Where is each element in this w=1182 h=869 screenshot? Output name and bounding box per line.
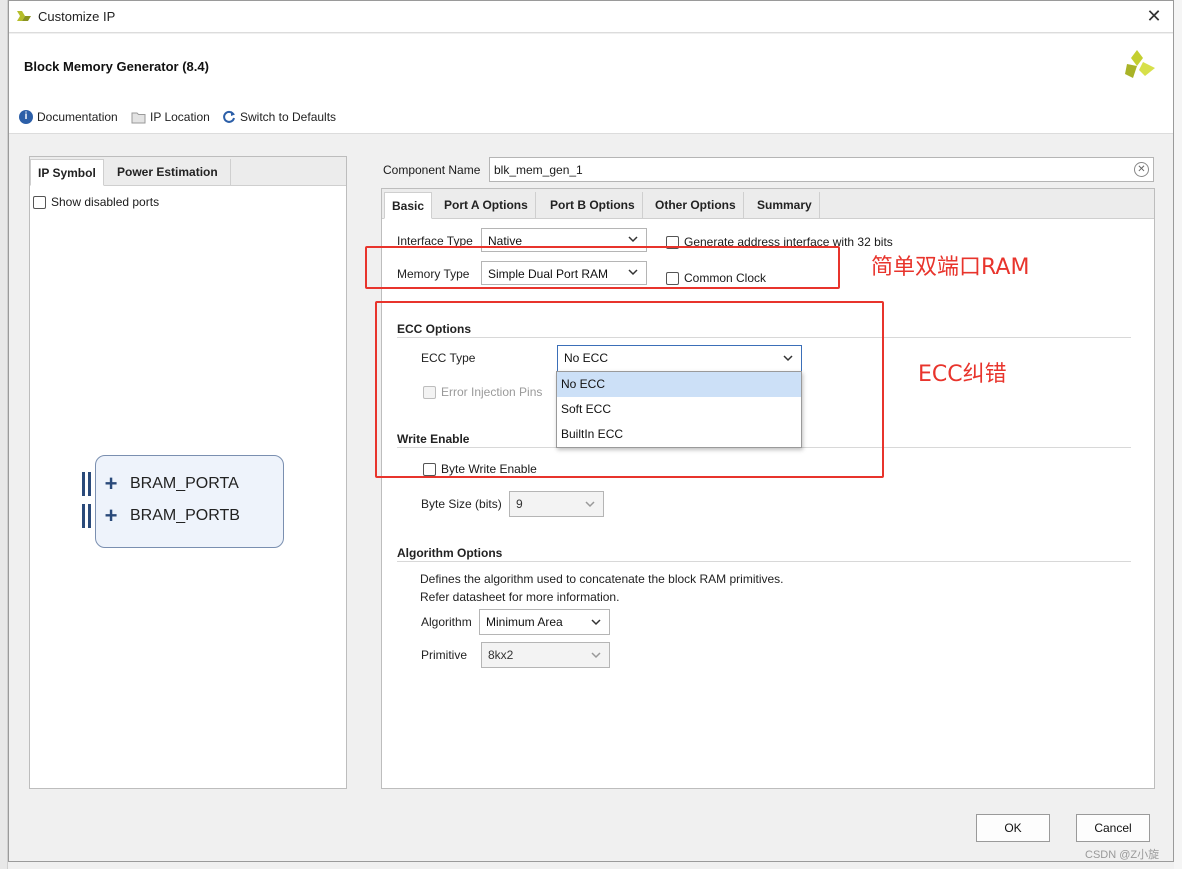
component-name-label: Component Name xyxy=(383,163,481,177)
ok-button[interactable]: OK xyxy=(976,814,1050,842)
window-title: Customize IP xyxy=(38,9,116,24)
algorithm-value: Minimum Area xyxy=(486,615,563,629)
block-memory-symbol: + BRAM_PORTA + BRAM_PORTB xyxy=(82,455,284,548)
port-a-bus-icon xyxy=(82,472,91,496)
folder-icon xyxy=(131,112,146,123)
primitive-label: Primitive xyxy=(421,648,468,662)
algorithm-select[interactable]: Minimum Area xyxy=(479,609,610,635)
show-disabled-ports-label: Show disabled ports xyxy=(51,195,160,209)
algorithm-divider xyxy=(397,561,1131,562)
background-app-left-edge xyxy=(0,0,8,869)
tab-port-b-options[interactable]: Port B Options xyxy=(543,192,643,219)
ip-location-button[interactable]: IP Location xyxy=(131,110,210,124)
port-b-label: BRAM_PORTB xyxy=(130,507,240,524)
expand-plus-icon[interactable]: + xyxy=(100,473,122,495)
tab-port-a-options[interactable]: Port A Options xyxy=(437,192,536,219)
algorithm-label: Algorithm xyxy=(421,615,472,629)
options-tab-bar: Basic Port A Options Port B Options Othe… xyxy=(382,189,1154,219)
documentation-label: Documentation xyxy=(37,110,118,124)
chevron-down-icon xyxy=(591,652,601,659)
background-app-right-edge xyxy=(1174,0,1182,869)
algorithm-description-2: Refer datasheet for more information. xyxy=(420,590,620,604)
csdn-watermark: CSDN @Z小旋 xyxy=(1085,849,1160,861)
expand-plus-icon[interactable]: + xyxy=(100,505,122,527)
refresh-icon xyxy=(223,110,235,123)
cancel-button[interactable]: Cancel xyxy=(1076,814,1150,842)
close-icon[interactable]: ✕ xyxy=(1143,5,1165,27)
tab-ip-symbol[interactable]: IP Symbol xyxy=(30,159,104,186)
memory-type-highlight-box xyxy=(365,246,840,289)
memory-type-annotation: 简单双端口RAM xyxy=(871,255,1030,280)
port-bram-porta[interactable]: + BRAM_PORTA xyxy=(82,472,239,496)
ecc-highlight-box xyxy=(375,301,884,478)
show-disabled-ports-checkbox[interactable] xyxy=(33,195,46,209)
tab-basic[interactable]: Basic xyxy=(384,192,433,219)
algorithm-options-heading: Algorithm Options xyxy=(397,546,503,560)
ip-symbol-panel: IP Symbol Power Estimation Show disabled… xyxy=(29,156,347,789)
show-disabled-ports-row: Show disabled ports xyxy=(33,195,159,209)
component-name-value: blk_mem_gen_1 xyxy=(494,163,583,177)
clear-icon[interactable]: ✕ xyxy=(1134,162,1149,177)
ecc-annotation: ECC纠错 xyxy=(918,362,1007,387)
customize-ip-window: Customize IP ✕ Block Memory Generator (8… xyxy=(8,0,1174,862)
byte-size-label: Byte Size (bits) xyxy=(421,497,502,511)
chevron-down-icon xyxy=(591,619,601,626)
port-bram-portb[interactable]: + BRAM_PORTB xyxy=(82,504,240,528)
documentation-button[interactable]: i Documentation xyxy=(19,110,118,124)
left-tab-bar: IP Symbol Power Estimation xyxy=(30,157,346,186)
tab-power-estimation[interactable]: Power Estimation xyxy=(110,159,225,186)
component-name-input[interactable]: blk_mem_gen_1 ✕ xyxy=(489,157,1154,182)
algorithm-description-1: Defines the algorithm used to concatenat… xyxy=(420,572,784,586)
switch-defaults-button[interactable]: Switch to Defaults xyxy=(222,110,336,124)
byte-size-value: 9 xyxy=(516,497,523,511)
tab-other-options[interactable]: Other Options xyxy=(648,192,744,219)
xilinx-app-icon xyxy=(17,11,31,21)
ip-header: Block Memory Generator (8.4) i Documenta… xyxy=(9,34,1173,134)
primitive-value: 8kx2 xyxy=(488,648,514,662)
tab-summary[interactable]: Summary xyxy=(750,192,820,219)
byte-size-select: 9 xyxy=(509,491,604,517)
xilinx-logo-icon xyxy=(1125,50,1155,78)
primitive-select: 8kx2 xyxy=(481,642,610,668)
info-icon: i xyxy=(19,110,33,124)
tab-divider xyxy=(230,159,231,186)
port-b-bus-icon xyxy=(82,504,91,528)
ip-title: Block Memory Generator (8.4) xyxy=(24,59,209,74)
port-a-label: BRAM_PORTA xyxy=(130,475,239,492)
ip-location-label: IP Location xyxy=(150,110,210,124)
chevron-down-icon xyxy=(628,236,638,243)
chevron-down-icon xyxy=(585,501,595,508)
switch-defaults-label: Switch to Defaults xyxy=(240,110,337,124)
title-bar: Customize IP ✕ xyxy=(9,1,1173,33)
